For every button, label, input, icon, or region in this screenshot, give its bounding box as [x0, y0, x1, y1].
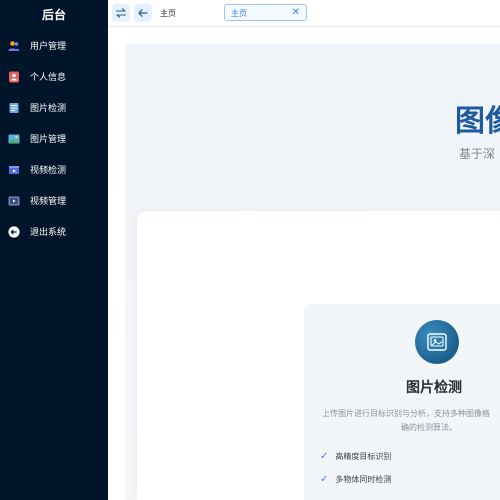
- page-subtitle: 基于深: [459, 147, 496, 161]
- content-card: 图片检测 上传图片进行目标识别与分析，支持多种图像格 确的检测算法。 ✓ 高精度…: [137, 211, 500, 500]
- video-manage-icon: [8, 195, 20, 207]
- video-detect-icon: [8, 164, 20, 176]
- feature-list-item: ✓ 高精度目标识别: [320, 451, 391, 462]
- sidebar-item-video-manage[interactable]: 视频管理: [0, 185, 108, 216]
- feature-card-image-detect[interactable]: 图片检测 上传图片进行目标识别与分析，支持多种图像格 确的检测算法。 ✓ 高精度…: [304, 304, 500, 500]
- top-bar: 主页 主页 ✕: [108, 0, 500, 27]
- sidebar-item-label: 用户管理: [30, 42, 67, 52]
- sidebar-menu: 用户管理 个人信息 图片检测 图片管理 视频检测 视频管理 退出系统: [0, 30, 108, 247]
- check-icon: ✓: [320, 451, 329, 462]
- close-icon[interactable]: ✕: [292, 7, 300, 19]
- image-detect-icon: [8, 102, 20, 114]
- id-card-icon: [8, 71, 20, 83]
- feature-description-cont: 确的检测算法。: [401, 423, 457, 432]
- feature-list-item: ✓ 多物体同时检测: [320, 474, 391, 485]
- sidebar-item-label: 视频管理: [30, 197, 67, 207]
- logout-icon: [8, 225, 20, 238]
- users-icon: [8, 40, 20, 52]
- sidebar-item-image-manage[interactable]: 图片管理: [0, 123, 108, 154]
- page-title: 图像: [455, 104, 500, 139]
- sidebar: 后台 用户管理 个人信息 图片检测 图片管理 视频检测 视频管理 退出系统: [0, 0, 108, 500]
- sidebar-item-label: 图片管理: [30, 135, 67, 145]
- tab-label: 主页: [231, 9, 247, 18]
- sidebar-item-label: 视频检测: [30, 166, 67, 176]
- collapse-toggle-button[interactable]: [112, 4, 130, 22]
- sidebar-item-profile[interactable]: 个人信息: [0, 61, 108, 92]
- main-content: 图像 基于深 图片检测 上传图片进行目标识别与分析，支持多种图像格 确的检测算法…: [108, 27, 500, 500]
- feature-title: 图片检测: [406, 380, 462, 396]
- sidebar-item-image-detect[interactable]: 图片检测: [0, 92, 108, 123]
- back-arrow-icon: [137, 4, 149, 23]
- feature-item-label: 多物体同时检测: [335, 475, 392, 484]
- sidebar-item-logout[interactable]: 退出系统: [0, 216, 108, 247]
- sidebar-item-user-management[interactable]: 用户管理: [0, 30, 108, 61]
- back-button[interactable]: [134, 4, 152, 22]
- sidebar-item-label: 图片检测: [30, 104, 67, 114]
- home-panel: 图像 基于深 图片检测 上传图片进行目标识别与分析，支持多种图像格 确的检测算法…: [125, 44, 500, 500]
- tab-home[interactable]: 主页 ✕: [224, 4, 307, 21]
- feature-description: 上传图片进行目标识别与分析，支持多种图像格: [322, 409, 490, 418]
- sidebar-title: 后台: [41, 8, 66, 22]
- image-manage-icon: [8, 133, 20, 145]
- collapse-toggle-icon: [115, 4, 127, 23]
- image-detect-feature-icon: [415, 320, 459, 364]
- sidebar-item-video-detect[interactable]: 视频检测: [0, 154, 108, 185]
- sidebar-item-label: 个人信息: [30, 73, 67, 83]
- sidebar-item-label: 退出系统: [30, 228, 67, 238]
- breadcrumb[interactable]: 主页: [160, 8, 176, 19]
- feature-item-label: 高精度目标识别: [335, 452, 392, 461]
- check-icon: ✓: [320, 474, 329, 485]
